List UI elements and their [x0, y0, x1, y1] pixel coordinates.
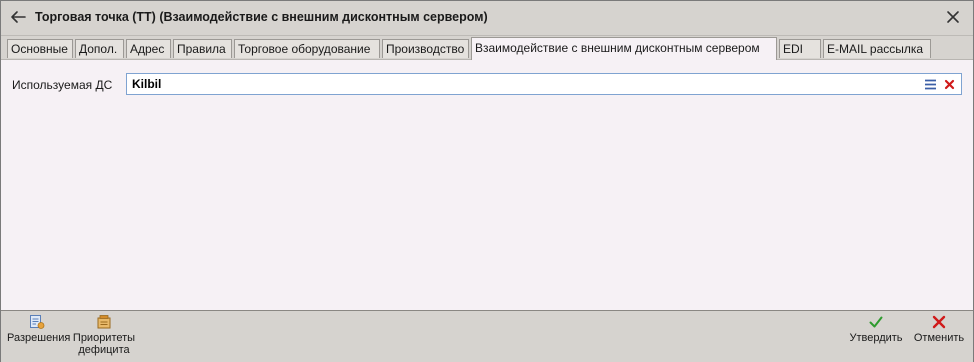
- tab-external-discount-server[interactable]: Взаимодействие с внешним дисконтным серв…: [471, 37, 777, 60]
- title-bar: Торговая точка (ТТ) (Взаимодействие с вн…: [1, 1, 973, 36]
- discount-server-label: Используемая ДС: [12, 78, 113, 92]
- tab-content: Используемая ДС Kilbil: [1, 60, 973, 310]
- discount-server-field[interactable]: Kilbil: [126, 73, 962, 95]
- cancel-label: Отменить: [913, 332, 965, 344]
- priorities-icon: [97, 315, 111, 329]
- window-title: Торговая точка (ТТ) (Взаимодействие с вн…: [35, 10, 488, 24]
- tab-production[interactable]: Производство: [382, 39, 469, 58]
- footer-toolbar: Разрешения Приоритеты дефицита Утвердить…: [1, 310, 973, 362]
- cancel-button[interactable]: Отменить: [911, 314, 967, 344]
- tab-edi[interactable]: EDI: [779, 39, 821, 58]
- clear-icon[interactable]: [944, 79, 955, 90]
- tab-additional[interactable]: Допол.: [75, 39, 124, 58]
- permissions-button[interactable]: Разрешения: [7, 314, 71, 344]
- priorities-label-line1: Приоритеты: [72, 332, 136, 344]
- tab-rules[interactable]: Правила: [173, 39, 232, 58]
- cross-icon: [932, 315, 946, 329]
- deficit-priorities-button[interactable]: Приоритеты дефицита: [71, 314, 137, 356]
- priorities-label-line2: дефицита: [78, 344, 130, 356]
- tab-trade-equipment[interactable]: Торговое оборудование: [234, 39, 380, 58]
- list-icon[interactable]: [924, 78, 937, 91]
- discount-server-value: Kilbil: [132, 77, 162, 91]
- approve-label: Утвердить: [849, 332, 903, 344]
- permissions-icon: [30, 315, 45, 329]
- approve-button[interactable]: Утвердить: [846, 314, 906, 344]
- tab-email[interactable]: E-MAIL рассылка: [823, 39, 931, 58]
- checkmark-icon: [869, 316, 883, 328]
- tab-address[interactable]: Адрес: [126, 39, 171, 58]
- permissions-label: Разрешения: [7, 332, 71, 344]
- dialog-window: Торговая точка (ТТ) (Взаимодействие с вн…: [0, 0, 974, 362]
- arrow-left-icon[interactable]: [9, 8, 27, 26]
- tab-main[interactable]: Основные: [7, 39, 73, 58]
- close-icon[interactable]: [945, 9, 961, 25]
- tab-strip: Основные Допол. Адрес Правила Торговое о…: [1, 36, 973, 60]
